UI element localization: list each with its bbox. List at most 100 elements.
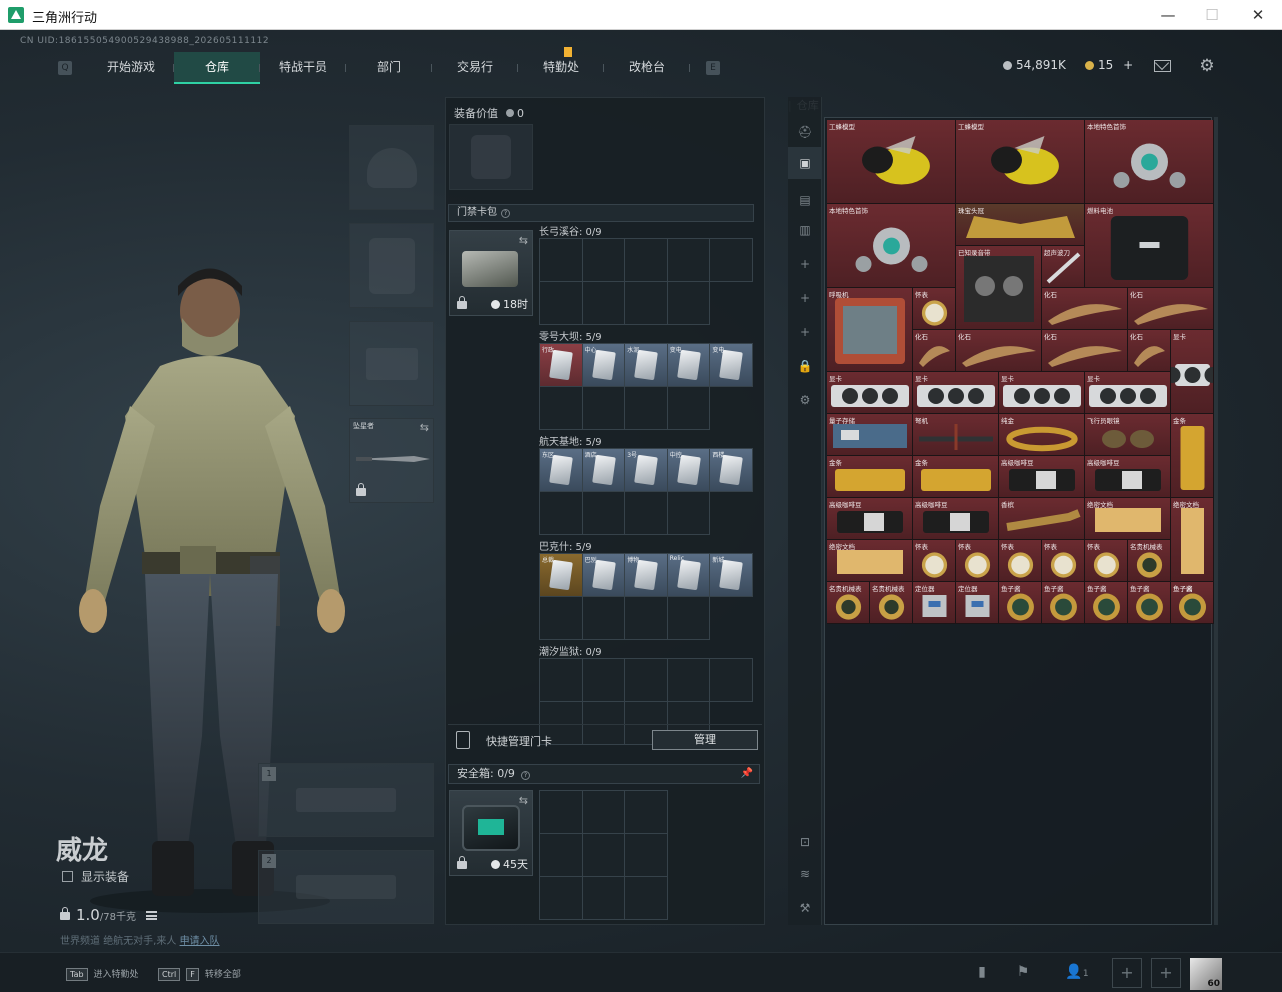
keycard-item[interactable]: 西楼 — [710, 449, 753, 492]
grid-cell[interactable] — [625, 282, 668, 325]
stash-item[interactable]: 鱼子酱 — [1171, 582, 1214, 624]
grid-cell[interactable] — [582, 597, 626, 640]
tab-6[interactable]: 改枪台 — [604, 52, 690, 84]
lock-icon[interactable]: 🔒 — [796, 357, 814, 375]
stash-item[interactable]: 鱼子酱 — [1085, 582, 1128, 624]
tab-1[interactable]: 仓库 — [174, 52, 260, 84]
grid-cell[interactable] — [625, 597, 668, 640]
stash-item[interactable]: 高级咖啡豆 — [827, 498, 913, 540]
stash-item[interactable]: 高级咖啡豆 — [1085, 456, 1171, 498]
grid-cell[interactable] — [625, 387, 668, 430]
keycard-item[interactable]: 3号 — [625, 449, 668, 492]
keycard-item[interactable]: Relic — [667, 554, 711, 597]
grid-cell[interactable] — [667, 239, 711, 282]
grid-cell[interactable] — [582, 492, 626, 535]
player-avatar[interactable]: 60 — [1190, 958, 1222, 990]
keycard-item[interactable]: 水泥 — [625, 344, 668, 387]
stash-item[interactable]: 工蜂模型 — [956, 120, 1085, 204]
stash-item[interactable]: 纯金 — [999, 414, 1085, 456]
safebox-slot[interactable]: ⇆ 45天 — [449, 790, 533, 876]
stash-item[interactable]: 高级咖啡豆 — [913, 498, 999, 540]
grid-cell[interactable] — [540, 834, 583, 877]
stash-item[interactable]: 怀表 — [913, 288, 956, 330]
grid-cell[interactable] — [625, 834, 668, 877]
keycard-item[interactable]: 中控 — [667, 449, 711, 492]
stash-item[interactable]: 飞行员眼镜 — [1085, 414, 1171, 456]
grid-cell[interactable] — [710, 659, 753, 702]
grid-cell[interactable] — [540, 597, 583, 640]
mail-icon[interactable] — [1154, 60, 1171, 72]
stash-item[interactable]: 绝密文档 — [1171, 498, 1214, 582]
grid-cell[interactable] — [667, 282, 711, 325]
secondary-weapon-slot[interactable]: 2 — [258, 850, 434, 924]
stash-item[interactable]: 怀表 — [956, 540, 999, 582]
stash-item[interactable]: 高级咖啡豆 — [999, 456, 1085, 498]
grid-cell[interactable] — [582, 834, 626, 877]
grid-cell[interactable] — [625, 659, 668, 702]
show-equipment-toggle[interactable]: 显示装备 — [62, 868, 129, 885]
add-page-icon[interactable]: + — [796, 289, 814, 307]
add-page-icon[interactable]: + — [796, 323, 814, 341]
stash-item[interactable]: 显卡 — [1171, 330, 1214, 414]
tab-3[interactable]: 部门 — [346, 52, 432, 84]
keycard-item[interactable]: 变电 — [667, 344, 711, 387]
warehouse-scrollbar[interactable] — [1214, 117, 1218, 925]
stash-item[interactable]: 化石 — [956, 330, 1042, 372]
transfer-all-hint[interactable]: Ctrl F 转移全部 — [158, 967, 241, 981]
stash-item[interactable]: 鱼子酱 — [1128, 582, 1171, 624]
grid-cell[interactable] — [667, 659, 711, 702]
grid-cell[interactable] — [667, 597, 711, 640]
settings-icon[interactable]: ⚙ — [796, 391, 814, 409]
layers-icon[interactable]: ≋ — [796, 865, 814, 883]
stash-item[interactable]: 工蜂模型 — [827, 120, 956, 204]
invite-slot-button[interactable]: + — [1112, 958, 1142, 988]
stash-item[interactable]: 怀表 — [999, 540, 1042, 582]
stash-item[interactable]: 定位器 — [956, 582, 999, 624]
stash-item[interactable]: 鱼子酱 — [1042, 582, 1085, 624]
grid-cell[interactable] — [540, 239, 583, 282]
grid-cell[interactable] — [582, 387, 626, 430]
close-button[interactable]: ✕ — [1240, 4, 1276, 26]
add-gold-button[interactable]: + — [1123, 58, 1133, 72]
invite-slot-button[interactable]: + — [1151, 958, 1181, 988]
tools-icon[interactable]: ⚒ — [796, 899, 814, 917]
tab-5[interactable]: 特勤处 — [518, 47, 604, 84]
flag-icon[interactable]: ⚑ — [1014, 963, 1032, 981]
armor-slot[interactable] — [349, 223, 434, 308]
stash-item[interactable]: 显卡 — [827, 372, 913, 414]
grid-cell[interactable] — [582, 877, 626, 920]
grid-cell[interactable] — [667, 387, 711, 430]
grid-cell[interactable] — [582, 791, 626, 834]
stash-item[interactable]: 金条 — [1171, 414, 1214, 498]
keycard-item[interactable]: 博物 — [625, 554, 668, 597]
stash-item[interactable]: 金条 — [827, 456, 913, 498]
pistol-slot[interactable] — [349, 321, 434, 406]
keycard-item[interactable]: 东区 — [540, 449, 583, 492]
grid-cell[interactable] — [625, 239, 668, 282]
stash-item[interactable]: 名贵机械表 — [870, 582, 913, 624]
minimize-button[interactable]: — — [1150, 4, 1186, 26]
swap-icon[interactable]: ⇆ — [519, 234, 528, 247]
checkbox[interactable] — [62, 871, 73, 882]
grid-cell[interactable] — [540, 492, 583, 535]
keycard-item[interactable]: 新城 — [710, 554, 753, 597]
stash-item[interactable]: 珠宝头冠 — [956, 204, 1085, 246]
keycard-case[interactable]: ⇆ 18时 — [449, 230, 533, 316]
apply-join-link[interactable]: 申请入队 — [180, 936, 220, 947]
stash-item[interactable]: 名贵机械表 — [827, 582, 870, 624]
enter-special-ops-hint[interactable]: Tab 进入特勤处 — [66, 967, 139, 981]
stash-item[interactable]: 显卡 — [999, 372, 1085, 414]
sort-icon[interactable]: ⊡ — [796, 833, 814, 851]
stash-item[interactable]: 显卡 — [913, 372, 999, 414]
swap-icon[interactable]: ⇆ — [519, 794, 528, 807]
grid-cell[interactable] — [625, 877, 668, 920]
grid-cell[interactable] — [582, 239, 626, 282]
nav-prev-key-icon[interactable]: Q — [58, 61, 72, 75]
stash-item[interactable]: 绝密文档 — [827, 540, 913, 582]
pin-icon[interactable]: 📌 — [741, 765, 753, 783]
tab-2[interactable]: 特战干员 — [260, 52, 346, 84]
stash-item[interactable]: 化石 — [1042, 288, 1128, 330]
grid-cell[interactable] — [582, 659, 626, 702]
stash-item[interactable]: 鱼子酱 — [999, 582, 1042, 624]
helmet-category-icon[interactable]: ⛑ — [796, 123, 814, 141]
